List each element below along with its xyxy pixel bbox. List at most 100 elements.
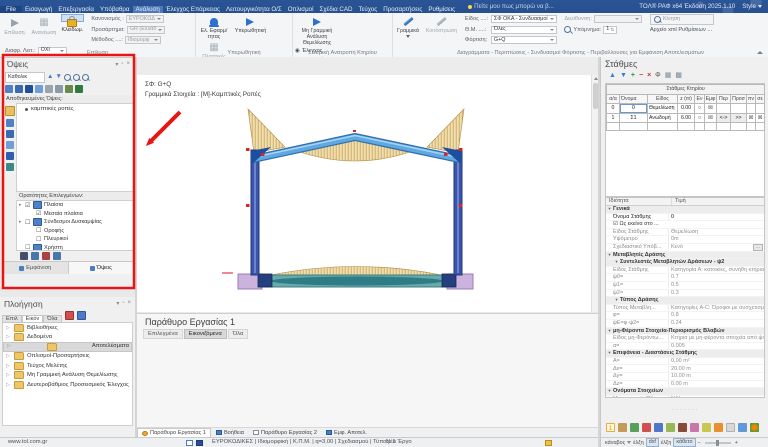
canvas-vertical-scrollbar[interactable] — [591, 75, 598, 312]
work-window-tab[interactable]: Επιλεγμένα — [143, 329, 183, 339]
panel-tab[interactable]: Εμφάνιση — [3, 262, 69, 274]
ribbon-tab[interactable]: Υπόβαθρα — [97, 6, 133, 13]
nav-tree-item[interactable]: ▷ Μη Γραμμική Ανάλυση Θεμελίωσης — [3, 371, 132, 381]
nav-tree-item[interactable]: ▷ Δευτεροβάθμιος Προσεισμικός Έλεγχος — [3, 380, 132, 390]
nav-tree-item[interactable]: ▷ Αποτελέσματα — [3, 342, 132, 352]
field-select[interactable]: Ιδιομορφ — [125, 36, 161, 44]
panel-switch-icon[interactable] — [714, 423, 723, 432]
level-row[interactable] — [607, 123, 765, 131]
nav-tree-item[interactable]: ▷ Δεδομένα — [3, 333, 132, 343]
lock-button[interactable]: Κλείδωμ. — [61, 14, 84, 22]
view-tool-icon[interactable] — [5, 106, 15, 116]
field-select[interactable]: ΕΥΡΟΚΩΔ — [126, 15, 164, 23]
property-row[interactable]: ψΕ=φ·ψ2= 0.24 — [606, 320, 764, 328]
applicability-check-button[interactable]: Ελ. Εφαρμ/τητας — [198, 14, 230, 40]
property-value[interactable]: 0 — [668, 214, 764, 221]
property-row[interactable]: ψ1= 0.5 — [606, 282, 764, 290]
ellipsis-button[interactable]: ... — [753, 244, 763, 251]
direction-select[interactable] — [594, 15, 642, 23]
property-value[interactable]: 0.24 — [668, 320, 764, 327]
ribbon-tab[interactable]: Προσαρτήσεις — [380, 6, 425, 13]
scroll-up-icon[interactable] — [594, 77, 598, 80]
level-row[interactable]: 00 Θεμελίωση0.00○ ☒ — [607, 104, 765, 114]
property-value[interactable]: ΝΑΙ — [668, 396, 764, 398]
expand-all-icon[interactable] — [77, 311, 86, 320]
property-row[interactable]: ▾ Τύπος Δράσης — [606, 297, 764, 305]
property-value[interactable]: 0m — [668, 236, 764, 243]
panel-switch-icon[interactable] — [726, 423, 735, 432]
apply-button[interactable] — [731, 123, 747, 131]
view-preset-icon[interactable] — [35, 85, 43, 93]
range-button[interactable] — [717, 104, 731, 114]
panel-close-icon[interactable]: × — [127, 300, 131, 307]
notes-icon[interactable] — [545, 440, 552, 446]
ribbon-tab[interactable]: Ανάλυση — [133, 6, 163, 13]
expander-icon[interactable]: ▷ — [6, 325, 11, 331]
radio-cell[interactable] — [695, 123, 705, 131]
levels-toolbar-icon[interactable]: × — [647, 72, 651, 80]
panel-switch-icon[interactable]: 1 — [606, 423, 615, 432]
tree-item[interactable]: ▸ ☑ Πλαίσια — [17, 201, 133, 210]
panel-switch-icon[interactable] — [750, 423, 759, 432]
level-row[interactable]: 1Σ1 Ανωδομή6.00○ ☒<-> >>☒ ☒ — [607, 113, 765, 123]
property-value[interactable]: 10.00 m — [668, 373, 764, 380]
ribbon-tab[interactable]: Λειτουργικότητα Ο/Σ — [223, 6, 285, 13]
motion-search-box[interactable]: Κίνηση — [650, 14, 714, 25]
property-row[interactable]: Δz= 0.00 m — [606, 381, 764, 389]
move-up-icon[interactable]: ▲ — [47, 73, 53, 81]
legend-spinner[interactable]: 1⇅ — [603, 26, 617, 34]
nonlinear-foundation-button[interactable]: Μη Γραμμική Ανάλυση Θεμελίωσης — [295, 14, 339, 46]
view-preset-icon[interactable] — [5, 85, 13, 93]
levels-toolbar-icon[interactable]: Φ — [655, 72, 661, 80]
tree-item[interactable]: ☐ Χρήστη — [17, 244, 133, 251]
view-scope-combo[interactable]: Καθολικ — [5, 72, 45, 83]
property-row[interactable]: Υψόμετρο 0m — [606, 236, 764, 244]
property-row[interactable]: Μετονομασία Όλω... ΝΑΙ — [606, 396, 764, 398]
field-select[interactable]: ΣΦ ΟΚΑ - Συνδυασμοί — [491, 15, 557, 23]
drawing-canvas[interactable]: ΣΦ: G+Q Γραμμικά Στοιχεία : [M]-Καμπτικέ… — [137, 75, 591, 312]
panel-pin-icon[interactable]: ▫ — [122, 300, 124, 307]
radio-cell[interactable]: ○ — [695, 113, 705, 123]
saved-view-item[interactable]: καμπτικές ροπές — [17, 104, 133, 112]
checkbox-cell[interactable]: ☒ — [705, 113, 717, 123]
expander-icon[interactable]: ▷ — [6, 353, 11, 359]
xml-settings-button[interactable]: Αρχείο xml Ρυθμίσεων ... — [650, 27, 712, 33]
levels-toolbar-icon[interactable]: ▼ — [620, 72, 627, 80]
work-window-tab[interactable]: Εικονιζόμενα — [184, 329, 227, 339]
tree-item[interactable]: ☐ Οροφής — [17, 227, 133, 236]
checkbox-icon[interactable]: ☐ — [36, 236, 44, 243]
zoom-in-button[interactable]: + — [735, 440, 738, 446]
solve-button[interactable]: Επίλυση — [2, 14, 27, 38]
property-value[interactable]: 0.00 m — [668, 381, 764, 388]
field-select[interactable]: G+Q — [491, 36, 557, 44]
property-value[interactable]: 0.8 — [668, 312, 764, 319]
level-name-cell[interactable] — [620, 123, 648, 131]
zoom-out-button[interactable]: − — [698, 440, 701, 446]
panel-close-icon[interactable]: × — [126, 61, 130, 68]
expander-icon[interactable]: ▷ — [6, 372, 11, 378]
property-row[interactable]: Α= 0.00 m² — [606, 358, 764, 366]
view-preset-icon[interactable] — [25, 85, 33, 93]
checkbox-cell[interactable] — [705, 123, 717, 131]
property-row[interactable]: ▾ Μεταβλητές Δράσης — [606, 252, 764, 260]
ribbon-tab[interactable]: Ρυθμίσεις — [425, 6, 458, 13]
property-row[interactable]: Είδος Στάθμης Θεμελίωση — [606, 229, 764, 237]
property-value[interactable]: 0.005 — [668, 343, 764, 350]
apply-button[interactable] — [731, 104, 747, 114]
nav-tree-item[interactable]: ▷ Οπλισμοί-Προσαρτήσεις — [3, 352, 132, 362]
view-preset-icon[interactable] — [75, 85, 83, 93]
property-value[interactable]: 0.00 m² — [668, 358, 764, 365]
checkbox-cell[interactable]: ☒ — [705, 104, 717, 114]
view-tool-icon[interactable] — [6, 152, 14, 160]
property-row[interactable]: ▾ Γενικά — [606, 206, 764, 214]
property-value[interactable]: Κατηγορίες Α-C: Όροφοι με συσχετισμένες … — [668, 305, 764, 312]
nav-tree-item[interactable]: ▷ Βιβλιοθήκες — [3, 323, 132, 333]
window-tab[interactable]: Εμφ. Αποτελ. — [322, 428, 371, 437]
panel-switch-icon[interactable] — [654, 423, 663, 432]
tree-item[interactable]: ☑ Μεσαία πλαίσια — [17, 210, 133, 219]
ribbon-tab[interactable]: Οπλισμοί — [285, 6, 317, 13]
range-button[interactable]: <-> — [717, 113, 731, 123]
document-icon[interactable] — [186, 440, 193, 446]
snap-dxf-toggle[interactable]: dxf — [646, 438, 659, 447]
checkbox-cell[interactable] — [747, 123, 756, 131]
